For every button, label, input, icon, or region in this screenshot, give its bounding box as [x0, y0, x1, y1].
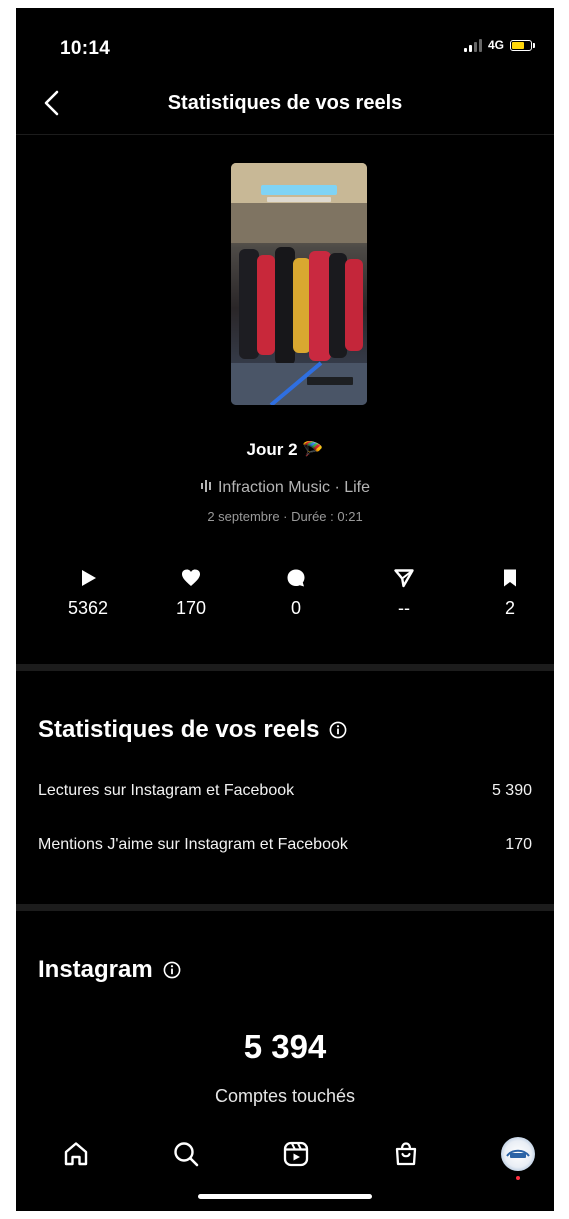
shares-value: -- [398, 598, 410, 618]
stat-value: 170 [505, 836, 532, 853]
battery-level [512, 41, 524, 49]
metric-likes: 170 [151, 568, 231, 619]
tab-search[interactable] [164, 1132, 208, 1176]
accounts-reached-value: 5 394 [243, 1028, 327, 1065]
metric-saves: 2 [470, 568, 550, 619]
cellular-signal-icon [463, 38, 482, 52]
accounts-reached-label: Comptes touchés [214, 1086, 356, 1106]
metric-shares: -- [364, 568, 444, 619]
stat-row-likes: Mentions J'aime sur Instagram et Faceboo… [38, 836, 532, 854]
shop-icon [395, 1142, 417, 1166]
section-divider [16, 904, 554, 911]
music-label: Infraction Music · Life [217, 479, 371, 496]
tab-shop[interactable] [384, 1132, 428, 1176]
tab-reels[interactable] [274, 1132, 318, 1176]
profile-logo-icon [506, 1149, 530, 1158]
instagram-section-title: Instagram [38, 956, 181, 984]
bookmark-icon [504, 569, 516, 587]
saves-value: 2 [504, 598, 515, 618]
metric-comments: 0 [256, 568, 336, 619]
metric-plays: 5362 [48, 568, 128, 619]
parachute-emoji: 🪂 [302, 440, 324, 459]
stat-value: 5 390 [491, 782, 532, 799]
heart-icon [182, 569, 200, 586]
network-type: 4G [487, 38, 504, 52]
reel-title: Jour 2 🪂 [16, 440, 554, 460]
reel-thumbnail[interactable] [231, 163, 367, 405]
section-divider [16, 664, 554, 671]
profile-avatar [501, 1137, 535, 1171]
reel-preview-image [231, 163, 367, 405]
plays-value: 5362 [67, 598, 109, 618]
top-navigation: Statistiques de vos reels [16, 78, 554, 135]
comments-value: 0 [290, 598, 301, 618]
reels-icon [283, 1141, 309, 1167]
audio-waveform-icon [200, 480, 211, 492]
bottom-tab-bar [16, 1118, 554, 1180]
phone-screen: 10:14 4G Statistiques de vos reels Jour … [16, 8, 554, 1211]
tab-home[interactable] [54, 1132, 98, 1176]
comment-icon [287, 569, 305, 587]
stat-label: Mentions J'aime sur Instagram et Faceboo… [38, 836, 348, 853]
status-indicators: 4G [463, 38, 535, 52]
reel-music[interactable]: Infraction Music · Life [16, 479, 554, 497]
status-bar: 10:14 4G [16, 8, 554, 68]
engagement-metrics: 5362 170 0 -- 2 [16, 568, 554, 628]
reel-stats-title: Statistiques de vos reels [38, 716, 347, 744]
reel-meta: 2 septembre · Durée : 0:21 [207, 509, 363, 524]
send-icon [394, 569, 414, 588]
info-icon[interactable] [163, 961, 181, 979]
search-icon [174, 1142, 199, 1167]
info-icon[interactable] [329, 721, 347, 739]
tab-profile[interactable] [496, 1132, 540, 1180]
home-icon [64, 1142, 88, 1166]
stat-label: Lectures sur Instagram et Facebook [38, 782, 295, 799]
play-icon [82, 570, 96, 586]
battery-icon [510, 39, 535, 51]
reel-title-text: Jour 2 [246, 440, 298, 459]
likes-value: 170 [175, 598, 207, 618]
stat-row-plays: Lectures sur Instagram et Facebook 5 390 [38, 782, 532, 800]
notification-dot [516, 1176, 520, 1180]
reel-stats-heading: Statistiques de vos reels [38, 716, 320, 743]
instagram-heading: Instagram [38, 956, 153, 983]
page-title: Statistiques de vos reels [167, 92, 403, 114]
home-indicator [198, 1194, 372, 1199]
status-time: 10:14 [60, 38, 111, 59]
